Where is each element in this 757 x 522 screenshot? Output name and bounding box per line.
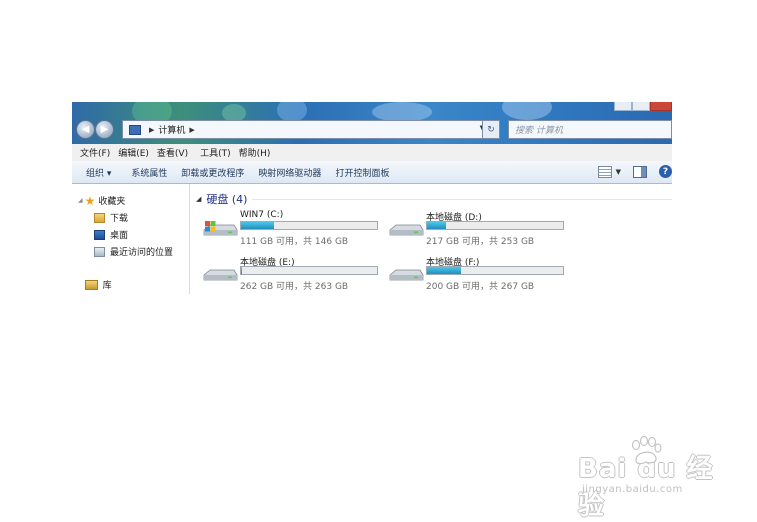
open-control-panel-button[interactable]: 打开控制面板: [335, 166, 389, 179]
usage-bar-fill: [241, 222, 274, 229]
drive-size: 217 GB 可用，共 253 GB: [426, 237, 535, 247]
breadcrumb-computer[interactable]: 计算机: [158, 123, 185, 136]
menu-bar: 文件(F) 编辑(E) 查看(V) 工具(T) 帮助(H): [72, 144, 672, 162]
sidebar-item-desktop[interactable]: 桌面: [94, 228, 128, 241]
uninstall-program-button[interactable]: 卸载或更改程序: [181, 166, 244, 179]
back-arrow-icon: ◀: [81, 123, 90, 135]
caption-buttons: [614, 102, 672, 111]
refresh-button[interactable]: ↻: [482, 120, 500, 139]
usage-bar: [240, 266, 378, 275]
windows-drive-icon: [203, 221, 238, 236]
downloads-folder-icon: [94, 212, 105, 223]
drive-item-d[interactable]: 本地磁盘 (D:) 217 GB 可用，共 253 GB: [388, 210, 588, 250]
menu-file[interactable]: 文件(F): [80, 146, 110, 159]
drive-item-c[interactable]: WIN7 (C:) 111 GB 可用，共 146 GB: [202, 210, 402, 250]
usage-bar: [240, 221, 378, 230]
sidebar-item-downloads[interactable]: 下载: [94, 211, 128, 224]
forward-button[interactable]: ▶: [95, 120, 114, 139]
menu-view[interactable]: 查看(V): [157, 146, 188, 159]
desktop-icon: [94, 229, 105, 240]
organize-button[interactable]: 组织 ▾: [86, 166, 111, 179]
computer-icon: [129, 124, 141, 135]
close-button[interactable]: [650, 102, 672, 111]
view-dropdown-icon[interactable]: ▼: [616, 168, 621, 176]
map-network-drive-button[interactable]: 映射网络驱动器: [258, 166, 321, 179]
help-icon[interactable]: ?: [659, 165, 672, 178]
drive-size: 200 GB 可用，共 267 GB: [426, 282, 535, 292]
drive-item-f[interactable]: 本地磁盘 (F:) 200 GB 可用，共 267 GB: [388, 255, 588, 294]
expand-arrow-icon[interactable]: ◢: [78, 197, 83, 204]
usage-bar-fill: [241, 267, 243, 274]
sidebar-item-label: 最近访问的位置: [110, 248, 174, 258]
breadcrumb-separator-icon[interactable]: ▶: [149, 126, 154, 134]
hard-drive-icon: [389, 269, 424, 281]
hard-drive-icon: [389, 224, 424, 236]
star-icon: ★: [84, 193, 96, 208]
sidebar-libraries[interactable]: ▷ 库: [78, 278, 112, 291]
title-bar: ◀ ▶ ▶ 计算机 ▶ ▼ ↻ 搜索 计算机: [72, 102, 672, 144]
paw-logo-icon: [631, 436, 662, 465]
system-properties-button[interactable]: 系统属性: [131, 166, 167, 179]
drive-name: WIN7 (C:): [240, 210, 284, 220]
menu-help[interactable]: 帮助(H): [239, 146, 271, 159]
content-pane: ◢ 硬盘 (4) WIN7 (C:) 111 GB 可用，共 146 GB 本地…: [190, 184, 672, 294]
address-bar[interactable]: ▶ 计算机 ▶ ▼: [122, 120, 490, 139]
collapse-arrow-icon[interactable]: ◢: [196, 195, 201, 203]
sidebar-favorites-label: 收藏夹: [98, 197, 126, 207]
refresh-icon: ↻: [487, 124, 495, 135]
group-title: 硬盘 (4): [206, 193, 248, 206]
baidu-watermark: Bai du 经验 jingyan.baidu.com: [578, 436, 728, 521]
sidebar-item-recent-places[interactable]: 最近访问的位置: [94, 245, 173, 258]
breadcrumb-separator-icon[interactable]: ▶: [189, 126, 194, 134]
group-header-hard-disks[interactable]: ◢ 硬盘 (4): [196, 191, 247, 207]
command-bar-right: ▼ ?: [597, 165, 672, 178]
library-icon: [84, 279, 98, 290]
sidebar-item-label: 桌面: [110, 231, 129, 241]
explorer-window: ◀ ▶ ▶ 计算机 ▶ ▼ ↻ 搜索 计算机 文件(F) 编辑(E) 查看(V)…: [72, 102, 672, 294]
sidebar-library-label: 库: [102, 281, 112, 291]
navigation-pane: ◢ ★ 收藏夹 下载 桌面 最近访问的位置 ▷ 库: [72, 184, 190, 294]
drive-size: 111 GB 可用，共 146 GB: [240, 237, 349, 247]
navigation-bar: ◀ ▶ ▶ 计算机 ▶ ▼ ↻ 搜索 计算机: [72, 118, 672, 140]
usage-bar-fill: [427, 267, 461, 274]
maximize-button[interactable]: [632, 102, 650, 111]
usage-bar: [426, 221, 564, 230]
forward-arrow-icon: ▶: [100, 123, 109, 135]
usage-bar: [426, 266, 564, 275]
command-bar: 组织 ▾ 系统属性 卸载或更改程序 映射网络驱动器 打开控制面板 ▼ ?: [72, 161, 672, 184]
sidebar-favorites[interactable]: ◢ ★ 收藏夹: [78, 193, 126, 208]
group-divider: [252, 199, 672, 200]
menu-tools[interactable]: 工具(T): [200, 146, 231, 159]
usage-bar-fill: [427, 222, 447, 229]
sidebar-item-label: 下载: [110, 214, 129, 224]
watermark-url: jingyan.baidu.com: [582, 484, 683, 495]
change-view-icon[interactable]: [597, 165, 612, 178]
hard-drive-icon: [203, 269, 238, 281]
minimize-button[interactable]: [614, 102, 632, 111]
menu-edit[interactable]: 编辑(E): [118, 146, 149, 159]
drive-size: 262 GB 可用，共 263 GB: [240, 282, 349, 292]
drive-item-e[interactable]: 本地磁盘 (E:) 262 GB 可用，共 263 GB: [202, 255, 402, 294]
back-button[interactable]: ◀: [76, 120, 95, 139]
search-input[interactable]: 搜索 计算机: [508, 120, 672, 139]
preview-pane-icon[interactable]: [633, 165, 647, 178]
recent-places-icon: [94, 246, 105, 257]
